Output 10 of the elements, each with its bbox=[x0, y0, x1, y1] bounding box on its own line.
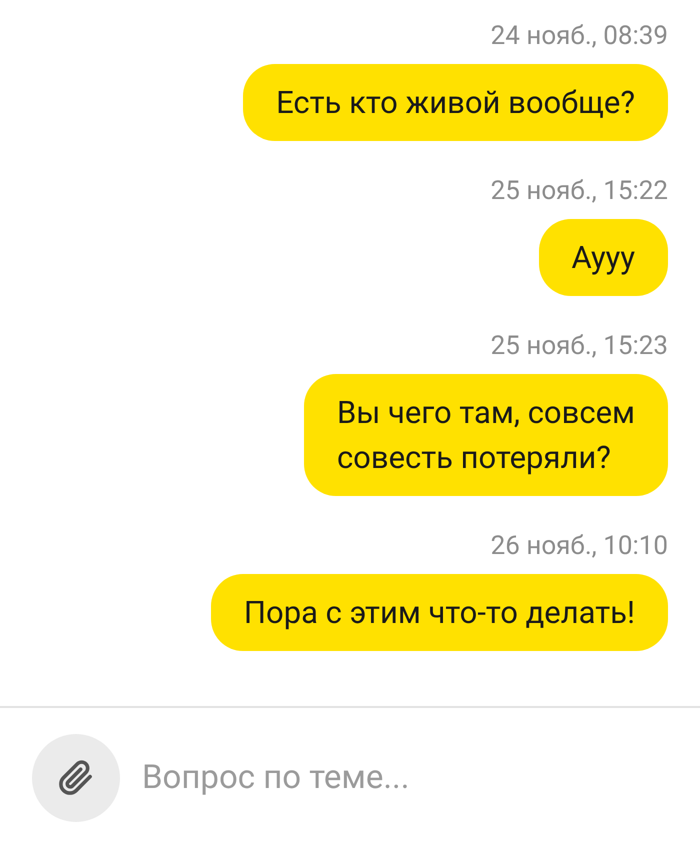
message-timestamp: 24 нояб., 08:39 bbox=[490, 20, 668, 52]
message-field[interactable]: Вопрос по теме... bbox=[142, 753, 680, 803]
message-bubble: Вы чего там, совсем совесть потеряли? bbox=[304, 374, 668, 496]
paperclip-icon bbox=[58, 760, 94, 796]
message-bubble: Есть кто живой вообще? bbox=[243, 64, 668, 141]
message-timestamp: 26 нояб., 10:10 bbox=[490, 530, 668, 562]
message-timestamp: 25 нояб., 15:23 bbox=[490, 330, 668, 362]
message-bubble: Пора с этим что-то делать! bbox=[210, 574, 668, 651]
message-bubble: Аууу bbox=[538, 219, 668, 296]
message-timestamp: 25 нояб., 15:22 bbox=[490, 175, 668, 207]
